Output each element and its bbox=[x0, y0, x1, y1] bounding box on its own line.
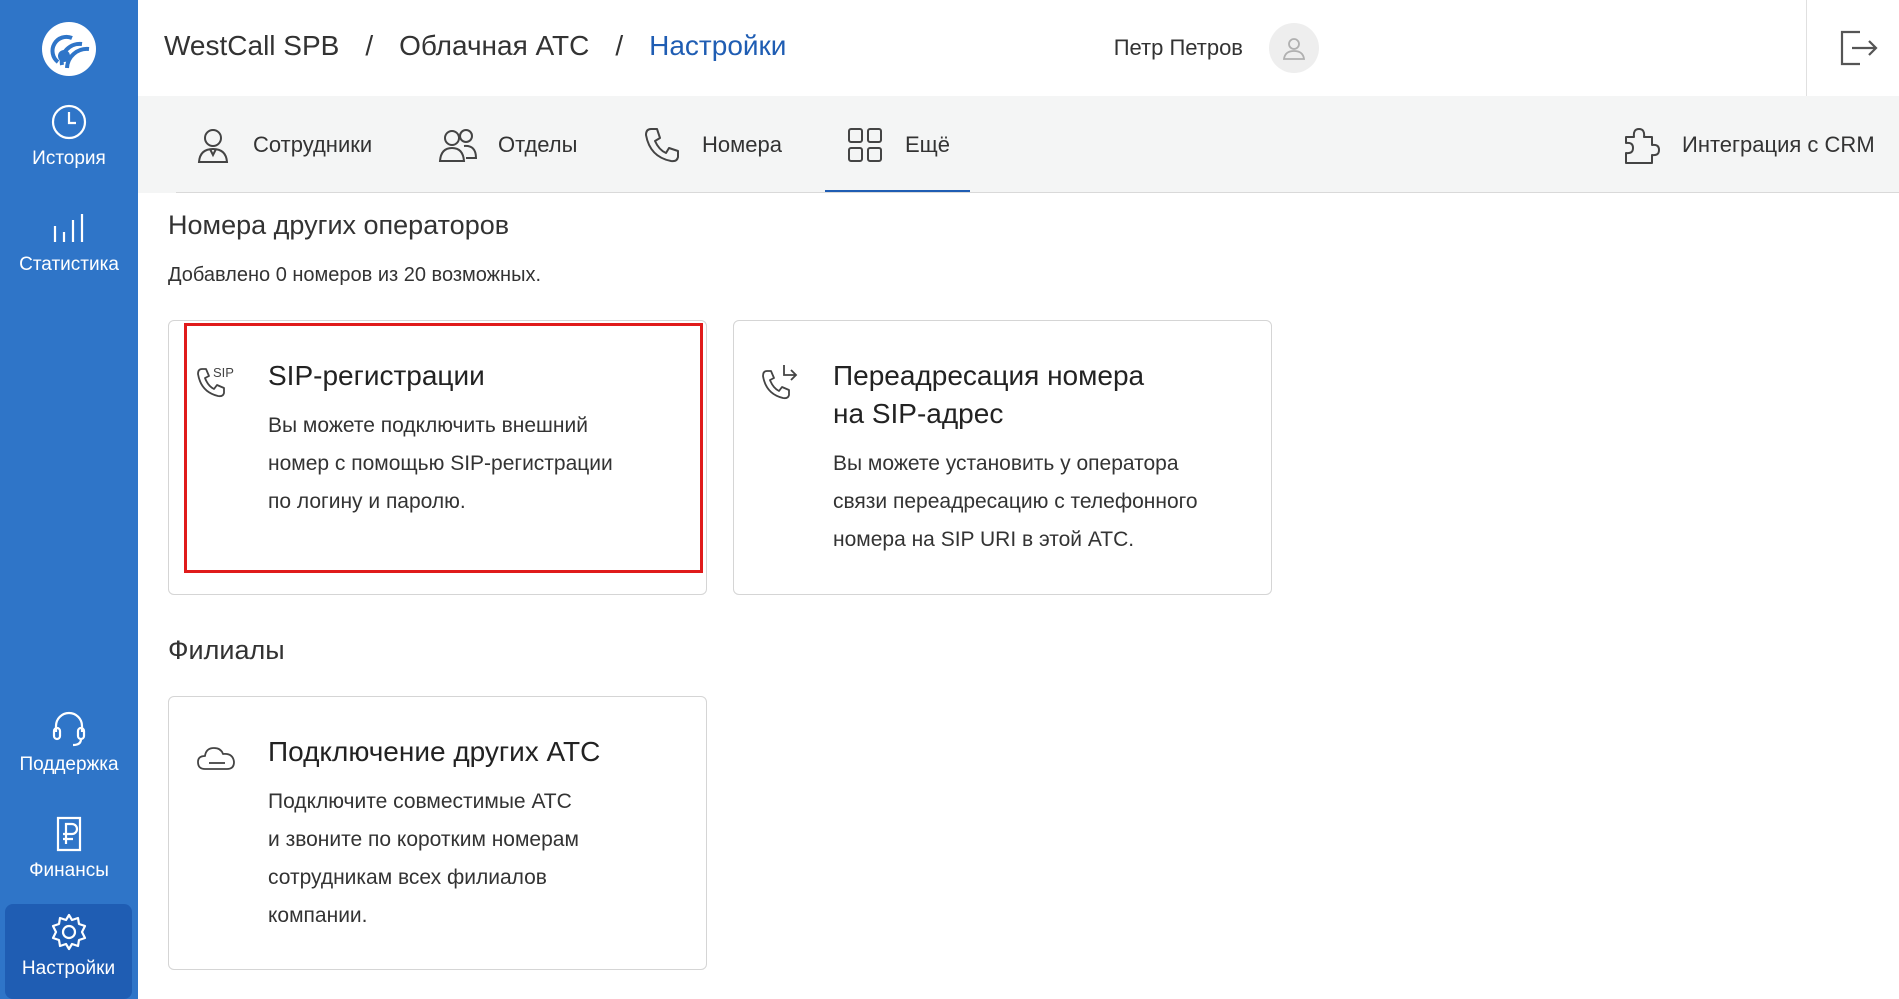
card-description-line: сотрудникам всех филиалов bbox=[268, 866, 547, 889]
card-title: SIP-регистрации bbox=[268, 360, 485, 391]
card-sip-registration[interactable]: SIP SIP-регистрации Вы можете подключить… bbox=[168, 320, 707, 595]
card-title: Подключение других АТС bbox=[268, 736, 601, 767]
card-title-line: на SIP-адрес bbox=[833, 398, 1004, 429]
card-description-line: по логину и паролю. bbox=[268, 490, 466, 513]
header-divider bbox=[1806, 0, 1807, 96]
ruble-document-icon bbox=[49, 814, 89, 854]
sip-phone-icon: SIP bbox=[195, 361, 237, 403]
sidebar-item-history[interactable]: История bbox=[0, 94, 138, 190]
breadcrumb-separator: / bbox=[365, 30, 374, 61]
breadcrumb-settings: Настройки bbox=[649, 30, 787, 61]
user-name: Петр Петров bbox=[1113, 35, 1243, 60]
card-title-line: Переадресация номера bbox=[833, 360, 1145, 391]
card-connect-other-pbx[interactable]: Подключение других АТС Подключите совмес… bbox=[168, 696, 707, 970]
tab-label: Ещё bbox=[905, 131, 951, 157]
tab-departments[interactable]: Отделы bbox=[438, 96, 577, 193]
gear-icon bbox=[49, 912, 89, 952]
section-title-branches: Филиалы bbox=[168, 635, 285, 665]
user-icon bbox=[193, 125, 233, 165]
clock-icon bbox=[49, 102, 89, 142]
cloud-icon bbox=[195, 737, 237, 779]
sidebar-item-label: Статистика bbox=[19, 254, 119, 275]
puzzle-icon bbox=[1622, 125, 1662, 165]
sidebar-item-label: Настройки bbox=[21, 958, 116, 979]
card-forwarding-to-sip[interactable]: Переадресация номера на SIP-адрес Вы мож… bbox=[733, 320, 1272, 595]
sidebar-item-statistics[interactable]: Статистика bbox=[0, 200, 138, 296]
sidebar-item-label: Финансы bbox=[29, 860, 109, 881]
tab-employees[interactable]: Сотрудники bbox=[193, 96, 372, 193]
tab-numbers[interactable]: Номера bbox=[642, 96, 782, 193]
sidebar-item-label: История bbox=[32, 148, 106, 169]
tab-label: Номера bbox=[702, 131, 782, 157]
section-subtitle-operators: Добавлено 0 номеров из 20 возможных. bbox=[168, 264, 542, 286]
grid-icon bbox=[845, 125, 885, 165]
card-description-line: и звоните по коротким номерам bbox=[268, 828, 579, 851]
svg-text:SIP: SIP bbox=[213, 365, 234, 380]
top-header: WestCall SPB / Облачная АТС / Настройки … bbox=[138, 0, 1899, 97]
section-title-operators: Номера других операторов bbox=[168, 210, 510, 240]
phone-icon bbox=[642, 125, 682, 165]
westcall-logo[interactable] bbox=[38, 18, 100, 80]
breadcrumb-company[interactable]: WestCall SPB bbox=[164, 30, 339, 62]
sidebar-item-support[interactable]: Поддержка bbox=[0, 700, 138, 796]
tabs-divider bbox=[176, 192, 1899, 193]
logout-icon[interactable] bbox=[1836, 26, 1880, 70]
card-description-line: номер с помощью SIP-регистрации bbox=[268, 452, 613, 475]
bar-chart-icon bbox=[49, 208, 89, 248]
tab-crm-integration[interactable]: Интеграция с CRM bbox=[1622, 96, 1875, 193]
user-menu[interactable]: Петр Петров bbox=[1114, 0, 1319, 96]
sidebar-item-label: Поддержка bbox=[19, 754, 119, 775]
card-description-line: Подключите совместимые АТС bbox=[268, 790, 572, 813]
card-description-line: связи переадресацию с телефонного bbox=[833, 490, 1198, 513]
avatar[interactable] bbox=[1269, 23, 1319, 73]
card-description-line: Вы можете установить у оператора bbox=[833, 452, 1179, 475]
card-description-line: номера на SIP URI в этой АТС. bbox=[833, 528, 1135, 551]
breadcrumb-cloud-pbx[interactable]: Облачная АТС bbox=[399, 30, 589, 62]
headset-icon bbox=[49, 708, 89, 748]
breadcrumb-separator: / bbox=[615, 30, 624, 61]
sidebar-item-finance[interactable]: Финансы bbox=[0, 806, 138, 902]
tab-label: Отделы bbox=[498, 131, 578, 157]
tab-label: Сотрудники bbox=[253, 131, 373, 157]
users-icon bbox=[438, 125, 478, 165]
card-description-line: компании. bbox=[268, 904, 368, 927]
tab-label: Интеграция с CRM bbox=[1682, 131, 1875, 157]
tab-more[interactable]: Ещё bbox=[824, 96, 971, 193]
card-description-line: Вы можете подключить внешний bbox=[268, 414, 588, 437]
sidebar: История Статистика Поддержка Финансы Нас… bbox=[0, 0, 138, 999]
tabs-bar: Сотрудники Отделы Номера Ещё Интеграция … bbox=[138, 96, 1899, 193]
sidebar-item-settings[interactable]: Настройки bbox=[5, 904, 132, 999]
breadcrumb: WestCall SPB / Облачная АТС / Настройки bbox=[164, 30, 786, 62]
phone-forward-icon bbox=[760, 361, 802, 403]
